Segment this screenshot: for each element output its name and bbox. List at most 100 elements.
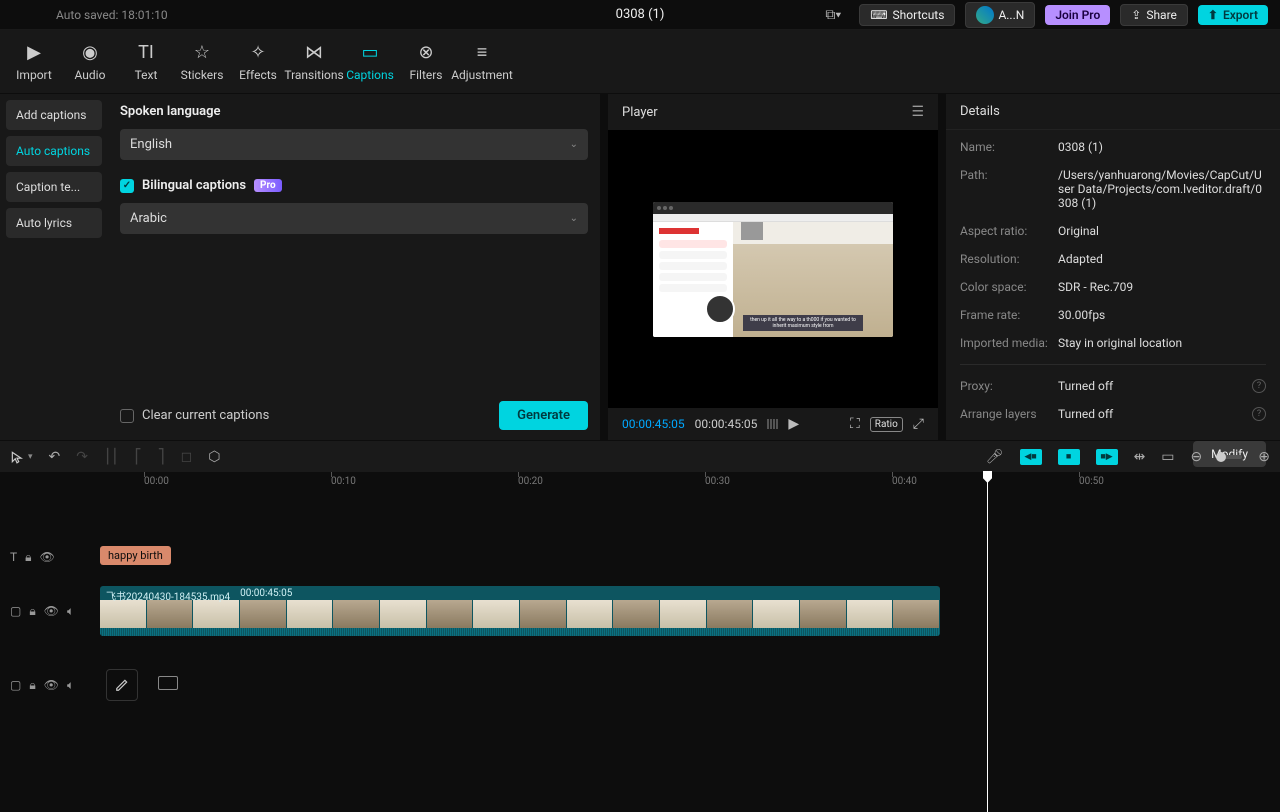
share-icon: ⇪: [1131, 8, 1141, 22]
tab-audio[interactable]: ◉Audio: [62, 32, 118, 92]
redo-button: ↷: [76, 449, 88, 465]
captions-icon: ▭: [361, 42, 378, 64]
spoken-language-label: Spoken language: [120, 104, 588, 119]
help-icon[interactable]: ?: [1252, 379, 1266, 393]
mic-icon[interactable]: 🎤︎: [986, 449, 1004, 465]
snap-right-toggle[interactable]: ■▶: [1096, 449, 1118, 465]
detail-aspect: Original: [1058, 224, 1266, 238]
detail-colorspace: SDR - Rec.709: [1058, 280, 1266, 294]
help-icon[interactable]: ?: [1252, 407, 1266, 421]
tab-stickers[interactable]: ☆Stickers: [174, 32, 230, 92]
captions-sidebar: Add captions Auto captions Caption te...…: [0, 94, 108, 440]
detail-resolution: Adapted: [1058, 252, 1266, 266]
bilingual-checkbox[interactable]: ✓: [120, 179, 134, 193]
share-button[interactable]: ⇪Share: [1120, 4, 1188, 26]
play-button[interactable]: ▶: [788, 416, 799, 432]
video-clip[interactable]: 飞书20240430-184535.mp400:00:45:05: [100, 586, 940, 636]
timeline-tracks: T 🔒︎ 👁︎ happy birth ▢ 🔒︎ 👁︎ 🔈︎ 飞书2024043…: [0, 496, 1280, 784]
sidebar-caption-templates[interactable]: Caption te...: [6, 172, 102, 202]
sidebar-add-captions[interactable]: Add captions: [6, 100, 102, 130]
titlebar: Auto saved: 18:01:10 0308 (1) ⧉▾ ⌨Shortc…: [0, 0, 1280, 30]
tool-dropdown-icon[interactable]: ▾: [28, 452, 33, 462]
snap-center-toggle[interactable]: ■: [1058, 449, 1080, 465]
tab-adjustment[interactable]: ≡Adjustment: [454, 32, 510, 92]
tab-effects[interactable]: ✧Effects: [230, 32, 286, 92]
audio-levels-icon: [767, 419, 778, 429]
player-title: Player: [622, 105, 658, 120]
tab-transitions[interactable]: ⋈Transitions: [286, 32, 342, 92]
undo-button[interactable]: ↶: [49, 449, 61, 465]
filters-icon: ⊗: [418, 42, 433, 64]
shortcuts-button[interactable]: ⌨Shortcuts: [859, 4, 955, 26]
playhead[interactable]: [987, 472, 988, 812]
cursor-tool[interactable]: [10, 450, 24, 464]
track-icon: ▢: [10, 678, 21, 692]
detail-proxy: Turned off: [1058, 379, 1252, 393]
tab-text[interactable]: TIText: [118, 32, 174, 92]
timeline-ruler[interactable]: 00:00 00:10 00:20 00:30 00:40 00:50: [0, 472, 1280, 496]
current-timecode: 00:00:45:05: [622, 417, 685, 431]
shield-tool[interactable]: ⬡: [208, 449, 220, 465]
player-menu-icon[interactable]: ☰: [911, 104, 924, 120]
spoken-language-value: English: [130, 137, 172, 152]
keyboard-icon: ⌨: [870, 8, 887, 22]
chevron-down-icon: ⌄: [570, 213, 578, 224]
stickers-icon: ☆: [194, 42, 210, 64]
edit-track-button[interactable]: [106, 669, 138, 701]
generate-button[interactable]: Generate: [499, 401, 588, 430]
tab-import[interactable]: ▶Import: [6, 32, 62, 92]
sidebar-auto-lyrics[interactable]: Auto lyrics: [6, 208, 102, 238]
speaker-icon[interactable]: 🔈︎: [67, 604, 74, 619]
transitions-icon: ⋈: [305, 42, 323, 64]
lock-icon[interactable]: 🔒︎: [29, 604, 35, 619]
detail-layers: Turned off: [1058, 407, 1252, 421]
tab-filters[interactable]: ⊗Filters: [398, 32, 454, 92]
eye-icon[interactable]: 👁︎: [40, 550, 55, 564]
sidebar-auto-captions[interactable]: Auto captions: [6, 136, 102, 166]
audio-icon: ◉: [82, 42, 98, 64]
fullscreen-button[interactable]: ⤢: [913, 416, 924, 432]
video-track: ▢ 🔒︎ 👁︎ 🔈︎ 飞书20240430-184535.mp400:00:45…: [0, 584, 1280, 638]
chevron-down-icon: ⌄: [570, 139, 578, 150]
import-icon: ▶: [27, 42, 41, 64]
adjustment-icon: ≡: [477, 42, 488, 64]
details-title: Details: [946, 94, 1280, 130]
video-preview[interactable]: then up it all the way to a th000 if you…: [653, 202, 893, 337]
join-pro-button[interactable]: Join Pro: [1045, 5, 1110, 25]
pro-badge: Pro: [254, 179, 282, 192]
zoom-out-button[interactable]: ⊖: [1191, 449, 1203, 465]
tool-tabs: ▶Import ◉Audio TIText ☆Stickers ✧Effects…: [0, 30, 1280, 94]
trim-right-tool: ⎤: [158, 449, 165, 465]
layout-icon[interactable]: ⧉▾: [825, 7, 841, 23]
detail-path: /Users/yanhuarong/Movies/CapCut/User Dat…: [1058, 168, 1266, 210]
second-language-value: Arabic: [130, 211, 167, 226]
tab-captions[interactable]: ▭Captions: [342, 32, 398, 92]
spoken-language-select[interactable]: English ⌄: [120, 129, 588, 160]
crop-tool: ◻: [181, 449, 193, 465]
account-button[interactable]: A...N: [965, 2, 1035, 28]
speaker-icon[interactable]: 🔈︎: [67, 678, 74, 693]
zoom-in-button[interactable]: ⊕: [1258, 449, 1270, 465]
zoom-slider[interactable]: [1218, 455, 1242, 459]
detail-imported: Stay in original location: [1058, 336, 1266, 350]
eye-icon[interactable]: 👁︎: [44, 678, 59, 692]
film-placeholder-icon[interactable]: [158, 676, 178, 690]
text-track-icon: T: [10, 550, 17, 564]
trim-left-tool: ⎡: [135, 449, 142, 465]
ratio-button[interactable]: Ratio: [870, 417, 903, 432]
effects-icon: ✧: [250, 42, 265, 64]
export-button[interactable]: ⬆Export: [1198, 5, 1268, 25]
text-track: T 🔒︎ 👁︎ happy birth: [0, 536, 1280, 578]
checkbox-icon: [120, 409, 134, 423]
scan-icon[interactable]: ⛶: [850, 416, 860, 432]
lock-icon[interactable]: 🔒︎: [29, 678, 35, 693]
lock-icon[interactable]: 🔒︎: [25, 550, 31, 565]
text-clip[interactable]: happy birth: [100, 546, 171, 565]
eye-icon[interactable]: 👁︎: [44, 604, 59, 618]
snap-left-toggle[interactable]: ◀■: [1020, 449, 1042, 465]
second-language-select[interactable]: Arabic ⌄: [120, 203, 588, 234]
details-panel: Details Name:0308 (1) Path:/Users/yanhua…: [946, 94, 1280, 440]
track-settings-icon[interactable]: ▭: [1161, 449, 1174, 465]
align-tool[interactable]: ⇹: [1134, 449, 1146, 465]
clear-captions-checkbox[interactable]: Clear current captions: [120, 408, 269, 423]
